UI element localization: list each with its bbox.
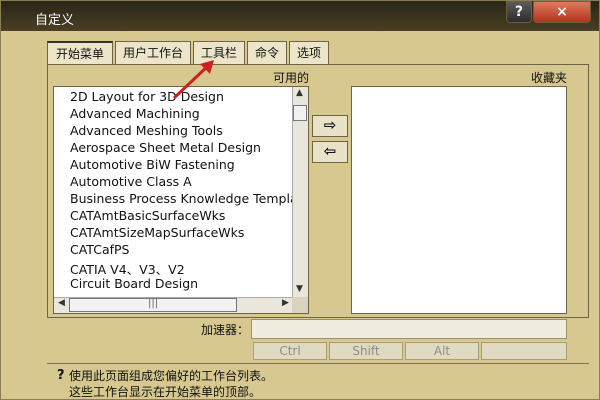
alt-toggle[interactable]: Alt xyxy=(405,342,479,360)
remove-from-favorites-button[interactable]: ⇦ xyxy=(312,141,348,163)
list-item[interactable]: Advanced Meshing Tools xyxy=(70,123,223,140)
vertical-scroll-thumb[interactable] xyxy=(293,105,307,121)
tab-commands[interactable]: 命令 xyxy=(247,41,287,65)
list-item[interactable]: Advanced Machining xyxy=(70,106,200,123)
list-item[interactable]: Aerospace Sheet Metal Design xyxy=(70,140,261,157)
shift-toggle[interactable]: Shift xyxy=(329,342,403,360)
accelerator-label: 加速器： xyxy=(201,323,250,337)
help-text: 使用此页面组成您偏好的工作台列表。 这些工作台显示在开始菜单的顶部。 xyxy=(61,368,274,399)
annotation-arrow-icon xyxy=(172,60,214,100)
window-title: 自定义 xyxy=(35,13,75,28)
customize-dialog: 自定义 ? × 开始菜单 用户工作台 工具栏 命令 选项 可用的 收藏夹 2D … xyxy=(0,0,600,400)
list-item[interactable]: Automotive Class A xyxy=(70,174,192,191)
scroll-up-icon[interactable]: ▲ xyxy=(296,88,303,98)
help-button[interactable]: ? xyxy=(506,1,532,23)
separator xyxy=(47,363,589,364)
help-line-1: 使用此页面组成您偏好的工作台列表。 xyxy=(69,369,274,383)
favorites-label: 收藏夹 xyxy=(531,71,568,85)
help-line-2: 这些工作台显示在开始菜单的顶部。 xyxy=(69,385,262,399)
tab-start-menu[interactable]: 开始菜单 xyxy=(47,41,113,66)
favorites-list[interactable] xyxy=(351,86,567,314)
scroll-right-icon[interactable]: ▶ xyxy=(282,298,289,308)
close-button[interactable]: × xyxy=(533,1,591,23)
list-item[interactable]: Circuit Board Design xyxy=(70,276,198,293)
grip-icon: ||| xyxy=(148,298,159,309)
scroll-corner xyxy=(292,297,308,313)
list-item[interactable]: CATIA V4、V3、V2 xyxy=(70,259,185,277)
list-item[interactable]: CATAmtBasicSurfaceWks xyxy=(70,208,225,225)
ctrl-toggle[interactable]: Ctrl xyxy=(253,342,327,360)
available-label: 可用的 xyxy=(273,71,310,85)
list-item[interactable]: Business Process Knowledge Template xyxy=(70,191,308,208)
add-to-favorites-button[interactable]: ⇨ xyxy=(312,115,348,137)
list-item[interactable]: CATAmtSizeMapSurfaceWks xyxy=(70,225,244,242)
tab-options[interactable]: 选项 xyxy=(289,41,329,65)
scroll-left-icon[interactable]: ◀ xyxy=(58,298,65,308)
available-list[interactable]: 2D Layout for 3D Design Advanced Machini… xyxy=(53,86,309,314)
scroll-down-icon[interactable]: ▼ xyxy=(296,284,303,294)
accelerator-input[interactable] xyxy=(251,319,567,339)
modifier-extra-button[interactable] xyxy=(481,342,567,360)
list-item[interactable]: CATCafPS xyxy=(70,242,129,259)
list-item[interactable]: Automotive BiW Fastening xyxy=(70,157,235,174)
